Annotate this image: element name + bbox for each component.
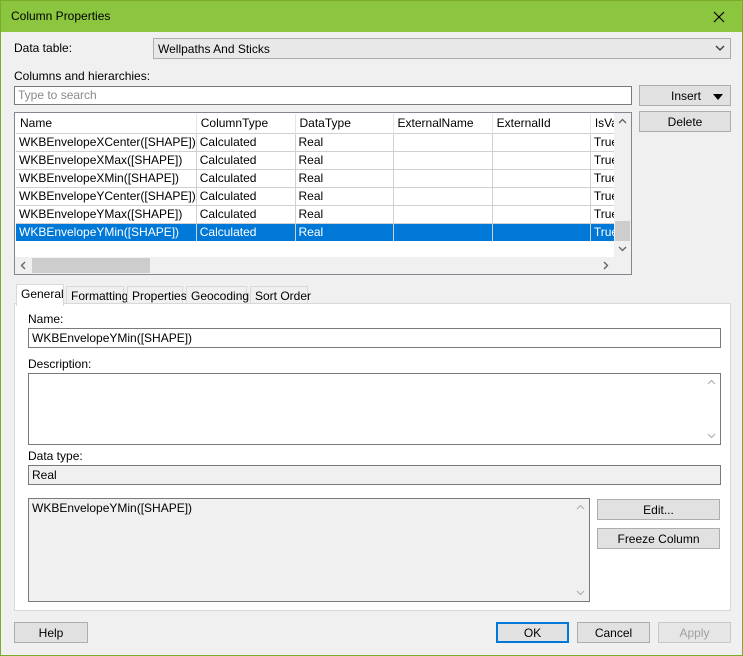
apply-button[interactable]: Apply bbox=[658, 622, 731, 643]
name-field[interactable]: WKBEnvelopeYMin([SHAPE]) bbox=[28, 328, 721, 348]
cell-name: WKBEnvelopeYMin([SHAPE]) bbox=[16, 222, 197, 241]
dropdown-arrow-icon bbox=[713, 94, 723, 100]
cell-columntype: Calculated bbox=[196, 150, 296, 169]
table-row[interactable]: WKBEnvelopeYMax([SHAPE]) Calculated Real… bbox=[16, 204, 631, 223]
table-row[interactable]: WKBEnvelopeXCenter([SHAPE]) Calculated R… bbox=[16, 132, 631, 151]
scroll-up-icon bbox=[576, 504, 585, 510]
cell-datatype: Real bbox=[295, 204, 394, 223]
insert-label: Insert bbox=[671, 88, 702, 103]
data-table-label: Data table: bbox=[14, 41, 73, 55]
scroll-up-icon bbox=[618, 118, 627, 124]
grid-vertical-scrollbar[interactable] bbox=[614, 113, 631, 257]
header-datatype[interactable]: DataType bbox=[295, 114, 394, 133]
header-externalname[interactable]: ExternalName bbox=[393, 114, 493, 133]
vertical-scroll-thumb[interactable] bbox=[615, 221, 630, 241]
columns-table: Name ColumnType DataType ExternalName Ex… bbox=[16, 114, 631, 241]
delete-button[interactable]: Delete bbox=[639, 111, 731, 132]
data-table-value: Wellpaths And Sticks bbox=[158, 41, 270, 56]
header-externalid[interactable]: ExternalId bbox=[492, 114, 591, 133]
grid-header-row: Name ColumnType DataType ExternalName Ex… bbox=[16, 114, 631, 133]
cell-name: WKBEnvelopeXMin([SHAPE]) bbox=[16, 168, 197, 187]
data-table-select[interactable]: Wellpaths And Sticks bbox=[153, 38, 731, 59]
chevron-down-icon bbox=[715, 45, 725, 51]
data-type-field: Real bbox=[28, 465, 721, 485]
cell-name: WKBEnvelopeXMax([SHAPE]) bbox=[16, 150, 197, 169]
column-properties-dialog: Column Properties Data table: Wellpaths … bbox=[0, 0, 743, 656]
ok-label: OK bbox=[523, 625, 542, 640]
close-button[interactable] bbox=[696, 1, 742, 32]
freeze-column-label: Freeze Column bbox=[617, 531, 700, 546]
tab-general[interactable]: General bbox=[16, 284, 64, 306]
table-row-selected[interactable]: WKBEnvelopeYMin([SHAPE]) Calculated Real… bbox=[16, 222, 631, 241]
cell-datatype: Real bbox=[295, 132, 394, 151]
general-tab-panel: Name: WKBEnvelopeYMin([SHAPE]) Descripti… bbox=[14, 303, 731, 611]
cell-externalid bbox=[492, 168, 591, 187]
cell-externalname bbox=[393, 150, 493, 169]
cell-externalid bbox=[492, 204, 591, 223]
cell-externalid bbox=[492, 150, 591, 169]
name-label: Name: bbox=[28, 312, 64, 326]
data-type-value: Real bbox=[32, 468, 57, 482]
header-name[interactable]: Name bbox=[16, 114, 197, 133]
cell-name: WKBEnvelopeYCenter([SHAPE]) bbox=[16, 186, 197, 205]
cell-columntype: Calculated bbox=[196, 204, 296, 223]
cell-datatype: Real bbox=[295, 168, 394, 187]
table-row[interactable]: WKBEnvelopeYCenter([SHAPE]) Calculated R… bbox=[16, 186, 631, 205]
cell-externalid bbox=[492, 186, 591, 205]
horizontal-scroll-thumb[interactable] bbox=[32, 258, 150, 273]
cancel-button[interactable]: Cancel bbox=[577, 622, 650, 643]
expression-box[interactable]: WKBEnvelopeYMin([SHAPE]) bbox=[28, 498, 590, 602]
cell-name: WKBEnvelopeXCenter([SHAPE]) bbox=[16, 132, 197, 151]
header-columntype[interactable]: ColumnType bbox=[196, 114, 296, 133]
description-field[interactable] bbox=[28, 373, 721, 445]
help-button[interactable]: Help bbox=[14, 622, 88, 643]
cell-columntype: Calculated bbox=[196, 132, 296, 151]
grid-horizontal-scrollbar[interactable] bbox=[15, 257, 631, 274]
cell-externalname bbox=[393, 222, 493, 241]
insert-button[interactable]: Insert bbox=[639, 85, 731, 106]
close-icon bbox=[713, 11, 725, 22]
columns-hierarchies-label: Columns and hierarchies: bbox=[14, 69, 151, 83]
cancel-label: Cancel bbox=[594, 625, 633, 640]
cell-externalid bbox=[492, 132, 591, 151]
delete-label: Delete bbox=[667, 114, 703, 129]
columns-grid[interactable]: Name ColumnType DataType ExternalName Ex… bbox=[14, 112, 632, 275]
data-type-label: Data type: bbox=[28, 449, 83, 463]
scroll-right-icon bbox=[603, 261, 609, 270]
edit-button[interactable]: Edit... bbox=[597, 499, 720, 520]
ok-button[interactable]: OK bbox=[496, 622, 569, 643]
cell-externalid bbox=[492, 222, 591, 241]
cell-datatype: Real bbox=[295, 222, 394, 241]
table-row[interactable]: WKBEnvelopeXMax([SHAPE]) Calculated Real… bbox=[16, 150, 631, 169]
edit-label: Edit... bbox=[643, 502, 674, 517]
cell-name: WKBEnvelopeYMax([SHAPE]) bbox=[16, 204, 197, 223]
cell-externalname bbox=[393, 204, 493, 223]
freeze-column-button[interactable]: Freeze Column bbox=[597, 528, 720, 549]
table-row[interactable]: WKBEnvelopeXMin([SHAPE]) Calculated Real… bbox=[16, 168, 631, 187]
title-bar: Column Properties bbox=[1, 1, 742, 32]
name-value: WKBEnvelopeYMin([SHAPE]) bbox=[32, 331, 193, 345]
column-search-input[interactable]: Type to search bbox=[14, 86, 632, 105]
cell-columntype: Calculated bbox=[196, 186, 296, 205]
cell-externalname bbox=[393, 168, 493, 187]
window-title: Column Properties bbox=[11, 9, 111, 23]
scroll-down-icon bbox=[576, 590, 585, 596]
cell-columntype: Calculated bbox=[196, 168, 296, 187]
scroll-down-icon bbox=[618, 246, 627, 252]
scroll-left-icon bbox=[20, 261, 26, 270]
cell-datatype: Real bbox=[295, 150, 394, 169]
help-label: Help bbox=[38, 625, 64, 640]
cell-columntype: Calculated bbox=[196, 222, 296, 241]
apply-label: Apply bbox=[679, 625, 710, 640]
description-label: Description: bbox=[28, 357, 92, 371]
expression-value: WKBEnvelopeYMin([SHAPE]) bbox=[32, 501, 193, 515]
scroll-down-icon bbox=[707, 433, 716, 439]
cell-externalname bbox=[393, 132, 493, 151]
search-placeholder: Type to search bbox=[18, 88, 97, 102]
cell-externalname bbox=[393, 186, 493, 205]
scroll-up-icon bbox=[707, 379, 716, 385]
cell-datatype: Real bbox=[295, 186, 394, 205]
